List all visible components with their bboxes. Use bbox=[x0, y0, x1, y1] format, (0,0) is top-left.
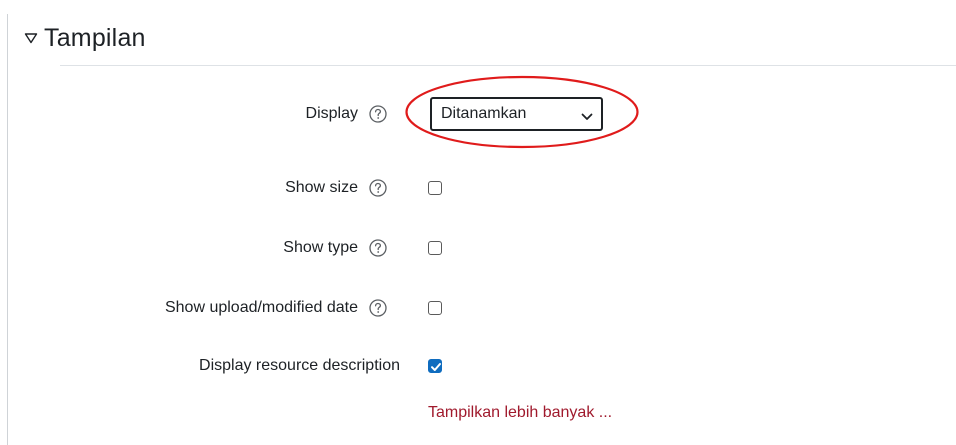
settings-page: Tampilan Display Ditanamkan Show size Sh… bbox=[0, 0, 956, 445]
display-description-row: Display resource description bbox=[0, 348, 956, 384]
show-size-row: Show size bbox=[0, 170, 956, 206]
display-label: Display bbox=[305, 105, 358, 122]
chevron-down-icon bbox=[581, 109, 593, 120]
display-select-value: Ditanamkan bbox=[441, 105, 527, 122]
show-size-help-icon[interactable] bbox=[368, 178, 388, 198]
show-date-row: Show upload/modified date bbox=[0, 290, 956, 326]
display-help-icon[interactable] bbox=[368, 104, 388, 124]
section-header-tampilan[interactable]: Tampilan bbox=[24, 18, 146, 58]
show-type-checkbox[interactable] bbox=[428, 241, 442, 255]
display-description-checkbox[interactable] bbox=[428, 359, 442, 373]
display-select[interactable]: Ditanamkan bbox=[430, 97, 603, 131]
show-date-checkbox[interactable] bbox=[428, 301, 442, 315]
section-divider bbox=[60, 65, 956, 66]
section-title: Tampilan bbox=[44, 23, 146, 52]
collapse-triangle-icon[interactable] bbox=[24, 31, 38, 45]
show-date-label: Show upload/modified date bbox=[164, 299, 358, 316]
show-type-help-icon[interactable] bbox=[368, 238, 388, 258]
display-description-label: Display resource description bbox=[199, 357, 400, 374]
show-more-link[interactable]: Tampilkan lebih banyak ... bbox=[428, 404, 612, 422]
show-type-row: Show type bbox=[0, 230, 956, 266]
show-size-checkbox[interactable] bbox=[428, 181, 442, 195]
show-date-help-icon[interactable] bbox=[368, 298, 388, 318]
show-size-label: Show size bbox=[285, 179, 358, 196]
show-type-label: Show type bbox=[283, 239, 358, 256]
